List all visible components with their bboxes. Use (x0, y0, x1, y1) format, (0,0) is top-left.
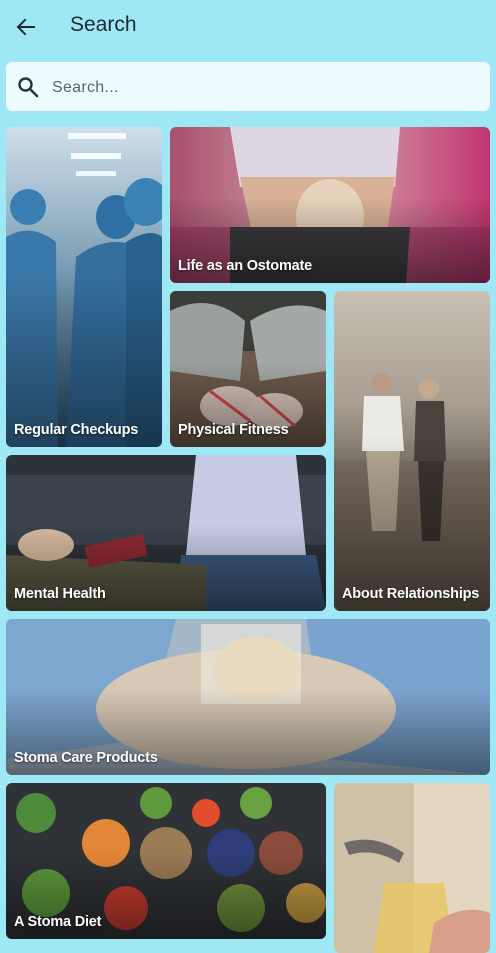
arrow-back-icon (16, 18, 35, 36)
tile-regular-checkups[interactable]: Regular Checkups (6, 127, 162, 447)
page-title: Search (70, 13, 137, 36)
tile-mental-health[interactable]: Mental Health (6, 455, 326, 611)
tile-hygiene[interactable] (334, 783, 490, 953)
search-bar[interactable] (6, 62, 490, 113)
tile-label: Life as an Ostomate (178, 258, 312, 274)
tile-physical-fitness[interactable]: Physical Fitness (170, 291, 326, 447)
tile-label: Stoma Care Products (14, 750, 158, 766)
tile-about-relationships[interactable]: About Relationships (334, 291, 490, 611)
tile-label: About Relationships (342, 586, 480, 602)
tile-label: Mental Health (14, 586, 106, 602)
hygiene-photo (334, 783, 490, 953)
tile-a-stoma-diet[interactable]: A Stoma Diet (6, 783, 326, 939)
back-button[interactable] (10, 11, 42, 43)
tile-label: A Stoma Diet (14, 914, 102, 930)
search-icon (18, 77, 39, 98)
tile-shade (334, 435, 490, 611)
tile-label: Physical Fitness (178, 422, 289, 438)
tile-label: Regular Checkups (14, 422, 139, 438)
app-bar: Search (0, 0, 496, 54)
tile-shade (6, 271, 162, 447)
tile-stoma-care-products[interactable]: Stoma Care Products (6, 619, 490, 775)
tile-life-as-an-ostomate[interactable]: Life as an Ostomate (170, 127, 490, 283)
search-input[interactable] (50, 62, 474, 113)
